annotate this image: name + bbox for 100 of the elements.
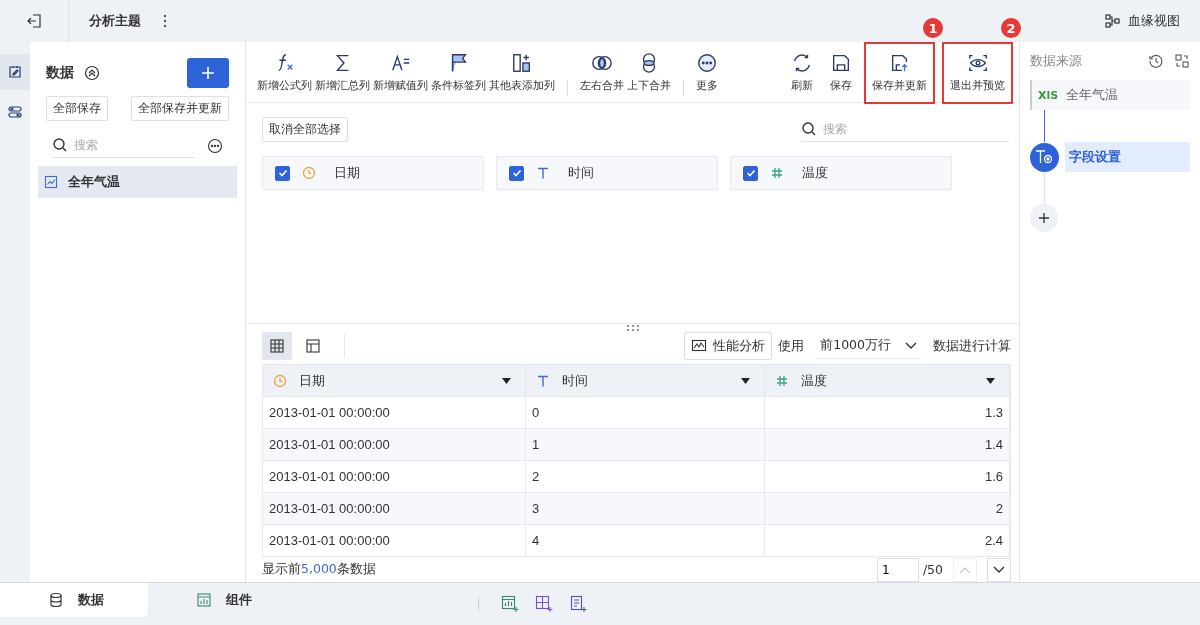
table-item[interactable]: 全年气温 <box>38 166 237 198</box>
swap-icon[interactable] <box>1174 53 1190 69</box>
table-cell: 2013-01-01 00:00:00 <box>263 396 526 428</box>
lineage-view-button[interactable]: 血缘视图 <box>1104 12 1180 30</box>
save-all-button[interactable]: 全部保存 <box>46 96 108 121</box>
row-limit-dropdown[interactable]: 前1000万行 <box>816 333 921 359</box>
page-number-field[interactable]: 1 <box>876 557 919 582</box>
bottom-tab[interactable]: 组件 <box>148 583 274 617</box>
step-marker: 2 <box>1001 18 1021 38</box>
column-header[interactable]: 日期 <box>263 365 526 396</box>
chart-icon <box>196 592 212 608</box>
use-label: 使用 <box>778 337 805 355</box>
highlight-frame <box>864 42 935 104</box>
page-total: /50 <box>922 562 943 577</box>
chevron-down-icon <box>905 341 917 350</box>
search-icon <box>801 121 817 137</box>
field-name: 时间 <box>568 164 594 182</box>
add-step-button[interactable] <box>1030 204 1058 232</box>
column-title: 日期 <box>299 371 325 390</box>
grid-icon <box>269 338 285 354</box>
spreadsheet-tag: XlS <box>1038 88 1059 102</box>
table-cell: 2.4 <box>765 524 1010 556</box>
toolbar-button[interactable]: 新增汇总列 <box>314 44 371 100</box>
toolbar-button[interactable]: 退出并预览 <box>946 44 1009 100</box>
add-report-icon[interactable] <box>569 595 587 613</box>
refresh-icon <box>791 51 813 74</box>
toolbar-button[interactable]: 条件标签列 <box>430 44 487 100</box>
more-icon[interactable] <box>207 137 223 154</box>
table-cell: 2 <box>765 492 1010 524</box>
table-cell: 2013-01-01 00:00:00 <box>263 524 526 556</box>
toolbar-button[interactable]: 上下合并 <box>626 44 672 100</box>
bottom-tab[interactable]: 数据 <box>0 583 148 617</box>
add-column-icon <box>511 51 533 74</box>
table-cell: 2013-01-01 00:00:00 <box>263 428 526 460</box>
toolbar-button[interactable]: 保存并更新 <box>868 44 931 100</box>
table-cell: 2 <box>526 460 765 492</box>
panel-title: 数据来源 <box>1030 52 1082 70</box>
table-cell: 1.4 <box>765 428 1010 460</box>
kebab-icon[interactable] <box>163 14 167 28</box>
dropdown-arrow-icon[interactable] <box>986 377 995 384</box>
plus-icon <box>201 66 215 80</box>
grid-view-button[interactable] <box>262 332 292 360</box>
page-title: 分析主题 <box>89 12 141 30</box>
table-cell: 1.6 <box>765 460 1010 492</box>
column-title: 时间 <box>562 371 588 390</box>
source-name: 全年气温 <box>1066 86 1119 104</box>
dropdown-arrow-icon[interactable] <box>502 377 511 384</box>
performance-analysis-button[interactable]: 性能分析 <box>684 332 773 360</box>
field-card[interactable]: 时间 <box>496 156 718 190</box>
add-grid-icon[interactable] <box>535 595 553 613</box>
table-cell: 4 <box>526 524 765 556</box>
checkbox[interactable] <box>275 165 290 181</box>
field-name: 温度 <box>802 164 828 182</box>
check-icon <box>744 167 757 179</box>
panel-title: 数据 <box>46 64 74 82</box>
next-page-button[interactable] <box>987 557 1011 582</box>
field-settings-icon <box>1030 142 1059 172</box>
toolbar-button[interactable]: 更多 <box>695 44 719 100</box>
chevron-down-icon <box>993 565 1005 574</box>
field-card[interactable]: 温度 <box>730 156 952 190</box>
toolbar-button[interactable]: 新增公式列 <box>256 44 313 100</box>
toolbar-button[interactable]: 左右合并 <box>579 44 625 100</box>
deselect-all-button[interactable]: 取消全部选择 <box>262 117 348 142</box>
lineage-icon <box>1104 13 1120 29</box>
add-chart-icon[interactable] <box>501 595 519 613</box>
step-marker: 1 <box>923 18 943 38</box>
chevron-up-icon <box>959 565 971 574</box>
check-icon <box>510 167 523 179</box>
collapse-icon[interactable] <box>84 65 100 81</box>
highlight-frame <box>942 42 1013 104</box>
row-count-text: 显示前5,000条数据 <box>262 561 376 578</box>
toolbar-button[interactable]: 其他表添加列 <box>488 44 556 100</box>
table-cell: 0 <box>526 396 765 428</box>
column-header[interactable]: 时间 <box>526 365 765 396</box>
table-cell: 2013-01-01 00:00:00 <box>263 460 526 492</box>
monitor-chart-icon <box>691 338 708 354</box>
exit-icon[interactable] <box>26 13 42 29</box>
save-all-button[interactable]: 全部保存并更新 <box>131 96 229 121</box>
source-node[interactable]: XlS 全年气温 <box>1030 80 1190 110</box>
table-cell: 1 <box>526 428 765 460</box>
dropdown-arrow-icon[interactable] <box>741 377 750 384</box>
table-cell: 1.3 <box>765 396 1010 428</box>
line-chart-icon <box>44 175 58 189</box>
plus-icon <box>1038 212 1050 224</box>
history-icon[interactable] <box>1148 53 1164 69</box>
drag-handle-icon[interactable] <box>625 324 640 332</box>
column-title: 温度 <box>801 371 827 390</box>
edit-icon <box>7 64 23 80</box>
toolbar-button[interactable]: 新增赋值列 <box>372 44 429 100</box>
field-card[interactable]: 日期 <box>262 156 484 190</box>
column-header[interactable]: 温度 <box>765 365 1010 396</box>
checkbox[interactable] <box>509 165 524 181</box>
layout-icon <box>305 338 321 354</box>
table-cell: 2013-01-01 00:00:00 <box>263 492 526 524</box>
data-edit-tab[interactable] <box>0 54 30 90</box>
checkbox[interactable] <box>743 165 758 181</box>
add-button[interactable] <box>187 58 229 88</box>
toolbar-button[interactable]: 刷新 <box>790 44 814 100</box>
more-icon <box>696 51 718 74</box>
toolbar-button[interactable]: 保存 <box>829 44 853 100</box>
